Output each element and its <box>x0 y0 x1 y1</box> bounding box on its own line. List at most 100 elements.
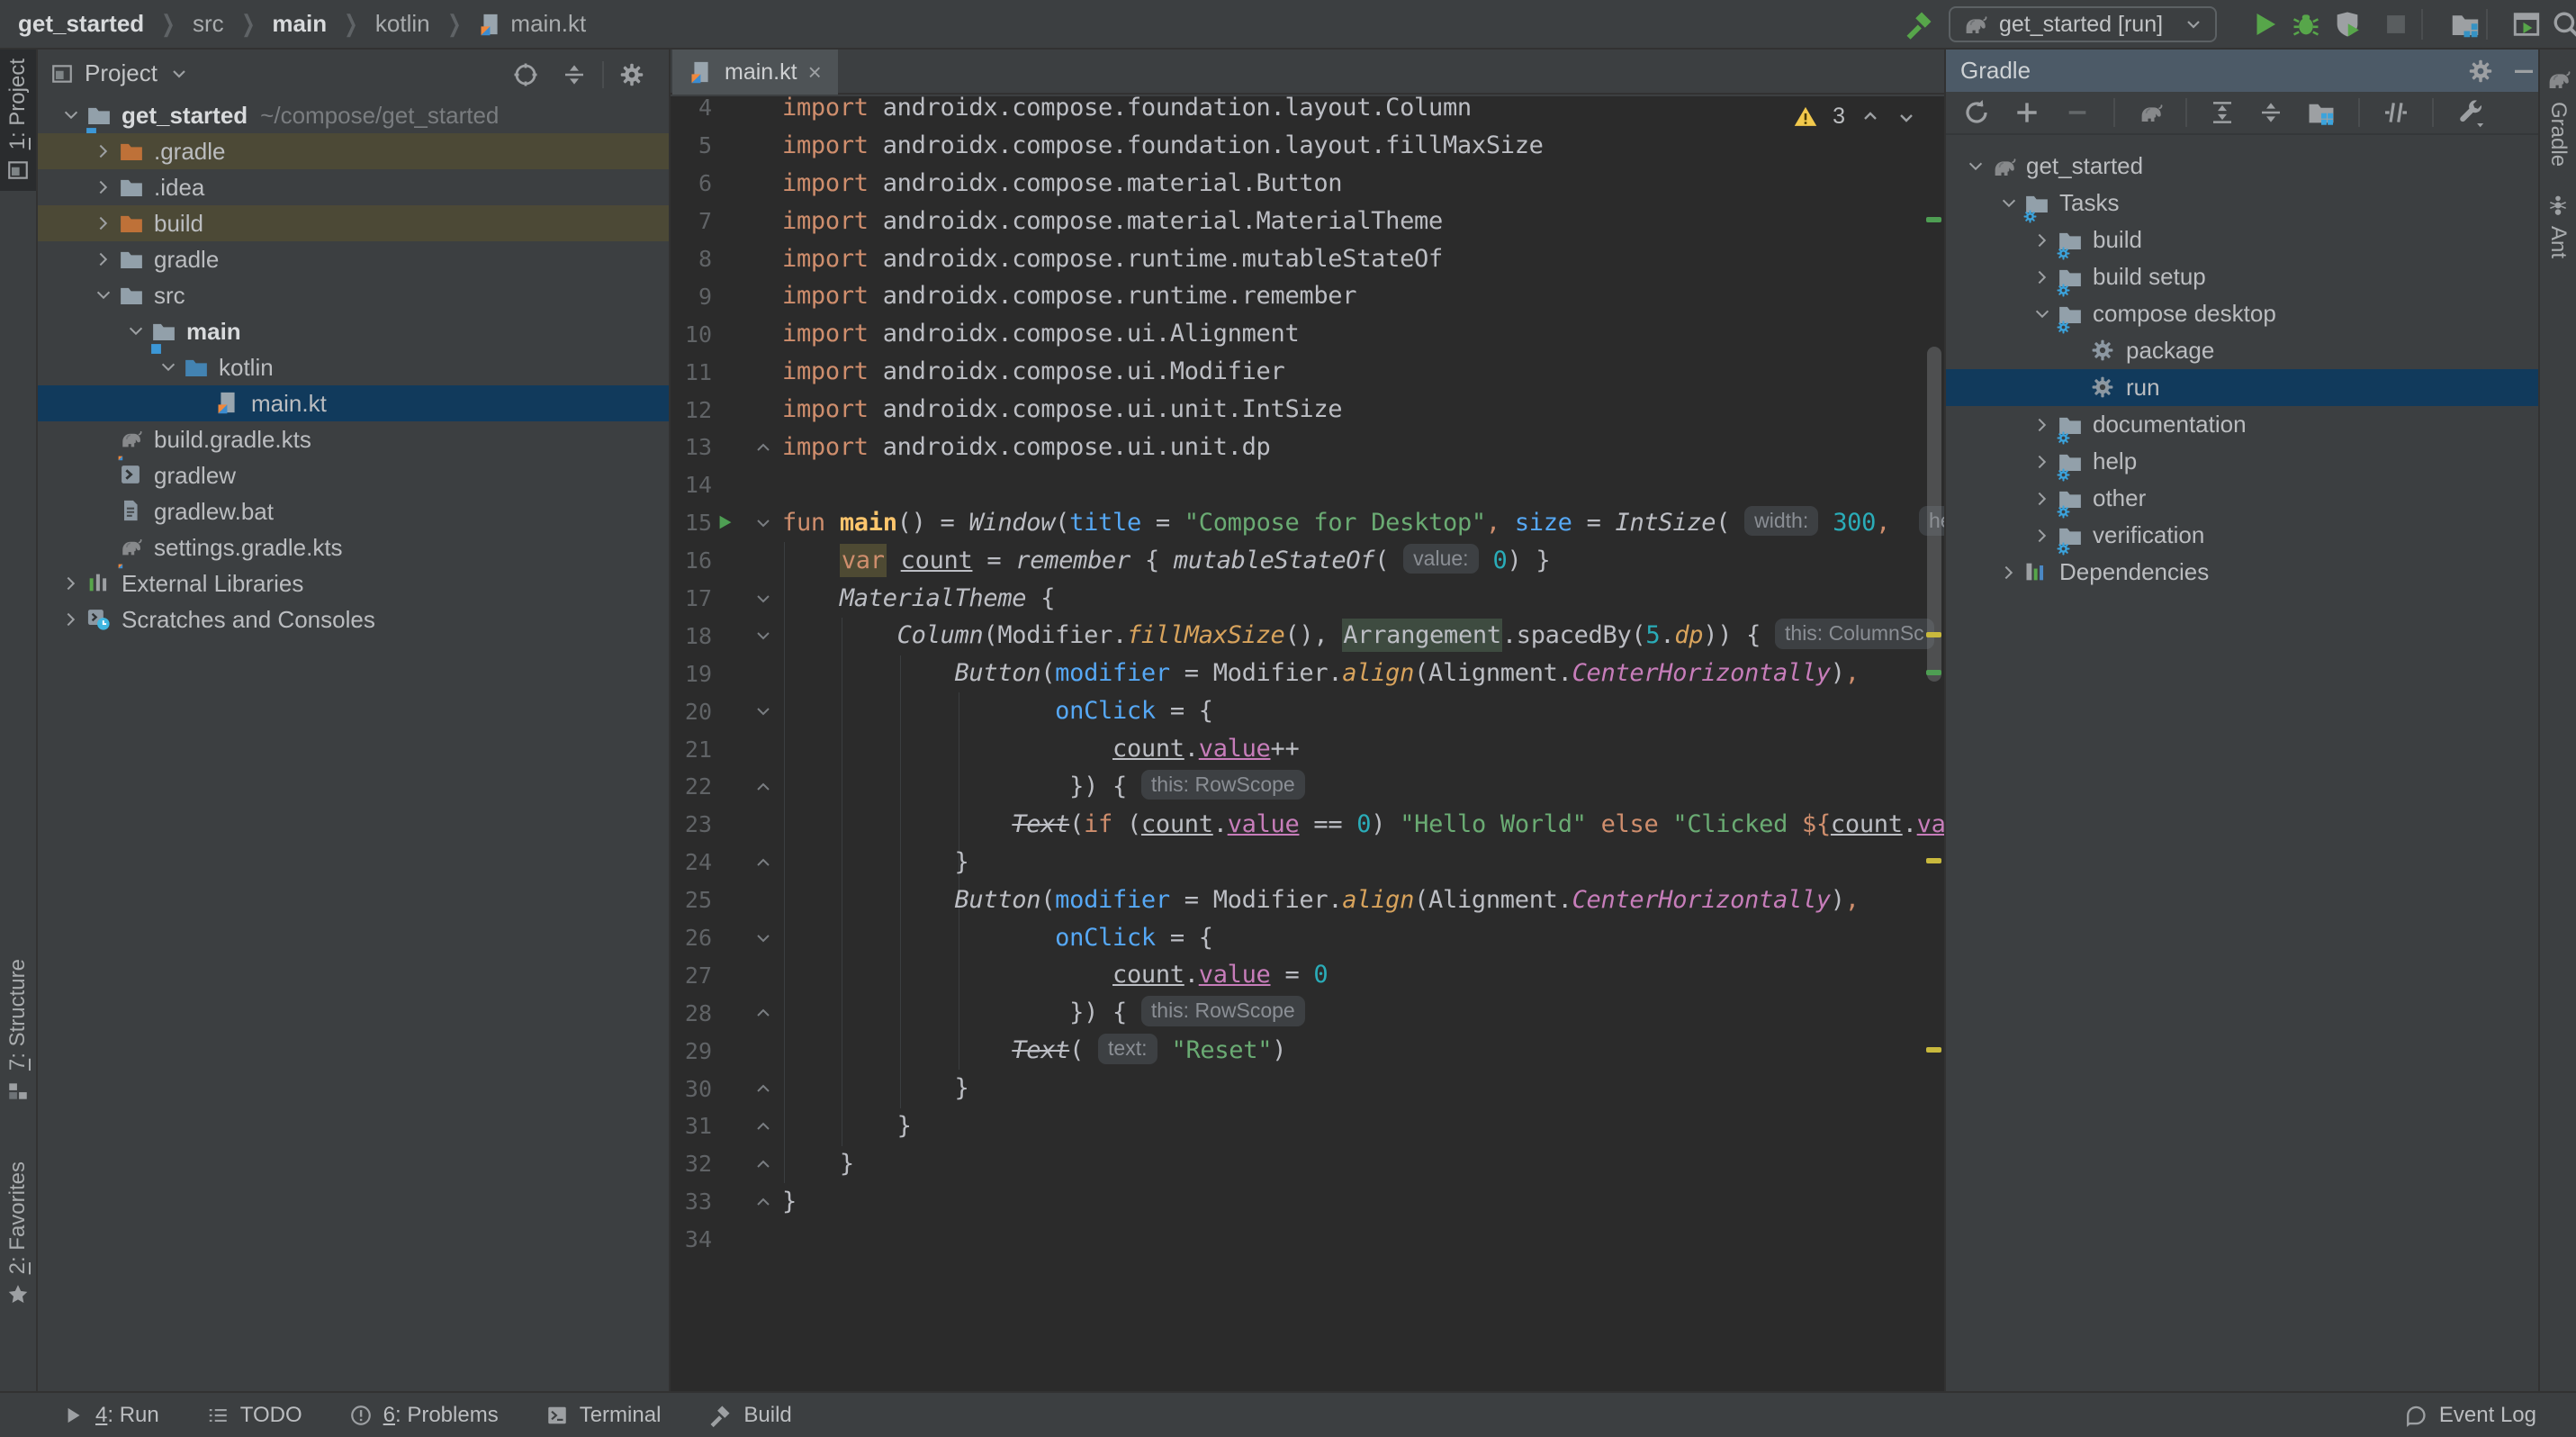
task-filter-button[interactable] <box>2382 98 2410 127</box>
add-button[interactable] <box>2013 98 2041 127</box>
chevron-collapsed-icon[interactable] <box>88 141 118 161</box>
wrench-menu-button[interactable] <box>2455 97 2486 128</box>
fold-expanded-icon[interactable] <box>755 628 771 644</box>
run-anything-button[interactable] <box>2509 7 2544 41</box>
tool-window-button-gradle[interactable]: Gradle <box>2540 57 2576 176</box>
chevron-collapsed-icon[interactable] <box>88 249 118 269</box>
status-item-problems[interactable]: 6: Problems <box>349 1403 499 1428</box>
gear-icon[interactable] <box>2466 57 2495 86</box>
fold-end-icon[interactable] <box>755 439 771 456</box>
project-tree-row[interactable]: External Libraries <box>38 565 669 601</box>
minimize-icon[interactable] <box>2509 57 2538 86</box>
chevron-collapsed-icon[interactable] <box>2027 267 2057 287</box>
run-configuration-select[interactable]: get_started [run] <box>1949 6 2217 42</box>
project-tree-row[interactable]: build.gradle.kts <box>38 421 669 457</box>
project-tree-row[interactable]: main.kt <box>38 385 669 421</box>
project-tree-row[interactable]: src <box>38 277 669 313</box>
gradle-tree-row[interactable]: build setup <box>1946 258 2538 295</box>
fold-end-icon[interactable] <box>755 779 771 795</box>
project-tree-row[interactable]: main <box>38 313 669 349</box>
close-icon[interactable]: × <box>808 60 822 84</box>
collapse-all-button[interactable] <box>2257 99 2284 126</box>
stop-button[interactable] <box>2379 7 2413 41</box>
next-warning-icon[interactable] <box>1896 106 1917 128</box>
chevron-expanded-icon[interactable] <box>2027 304 2057 324</box>
breadcrumb-item[interactable]: kotlin <box>375 10 430 38</box>
gradle-tree-row[interactable]: Tasks <box>1946 185 2538 221</box>
gradle-tree-row[interactable]: verification <box>1946 517 2538 554</box>
gradle-tree-row[interactable]: package <box>1946 332 2538 369</box>
gear-icon[interactable] <box>617 60 646 89</box>
status-item-todo[interactable]: TODO <box>206 1403 302 1428</box>
project-tree-row[interactable]: .gradle <box>38 133 669 169</box>
gradle-tree-row[interactable]: documentation <box>1946 406 2538 443</box>
breadcrumb-item[interactable]: main.kt <box>510 10 586 38</box>
status-item-terminal[interactable]: Terminal <box>545 1403 662 1428</box>
gradle-tree-row[interactable]: Dependencies <box>1946 554 2538 591</box>
fold-end-icon[interactable] <box>755 1194 771 1210</box>
run-button[interactable] <box>2247 7 2282 41</box>
chevron-collapsed-icon[interactable] <box>1994 563 2023 583</box>
project-tree-row[interactable]: kotlin <box>38 349 669 385</box>
chevron-collapsed-icon[interactable] <box>56 610 86 629</box>
chevron-expanded-icon[interactable] <box>56 105 86 125</box>
chevron-expanded-icon[interactable] <box>1960 157 1990 176</box>
chevron-expanded-icon[interactable] <box>153 357 183 377</box>
project-tree-row[interactable]: build <box>38 205 669 241</box>
chevron-collapsed-icon[interactable] <box>2027 489 2057 509</box>
gradle-tree-row[interactable]: get_started <box>1946 148 2538 185</box>
run-line-icon[interactable] <box>716 513 735 533</box>
breadcrumb-item[interactable]: main <box>272 10 327 38</box>
gradle-tree-row[interactable]: other <box>1946 480 2538 517</box>
refresh-button[interactable] <box>1962 98 1991 127</box>
chevron-collapsed-icon[interactable] <box>88 177 118 197</box>
inspection-widget[interactable]: 3 <box>1793 104 1917 130</box>
chevron-collapsed-icon[interactable] <box>2027 452 2057 472</box>
status-item-run[interactable]: 4: Run <box>61 1403 159 1428</box>
expand-all-button[interactable] <box>2209 99 2236 126</box>
prev-warning-icon[interactable] <box>1860 106 1881 128</box>
coverage-button[interactable] <box>2330 7 2364 41</box>
fold-expanded-icon[interactable] <box>755 930 771 946</box>
fold-expanded-icon[interactable] <box>755 703 771 719</box>
status-item-build[interactable]: Build <box>707 1403 791 1428</box>
gradle-tree-row[interactable]: build <box>1946 221 2538 258</box>
chevron-down-icon[interactable] <box>168 63 190 85</box>
gradle-tree-row[interactable]: run <box>1946 369 2538 406</box>
fold-end-icon[interactable] <box>755 1118 771 1134</box>
tab-main-kt[interactable]: main.kt × <box>672 50 838 95</box>
fold-end-icon[interactable] <box>755 1080 771 1097</box>
gradle-tree-row[interactable]: compose desktop <box>1946 295 2538 332</box>
fold-end-icon[interactable] <box>755 1005 771 1021</box>
code-editor[interactable]: 4import androidx.compose.foundation.layo… <box>671 96 1944 1391</box>
project-structure-button[interactable] <box>2448 7 2482 41</box>
tool-window-button-structure[interactable]: 7: Structure <box>0 950 36 1112</box>
project-tree-row[interactable]: gradle <box>38 241 669 277</box>
project-tree-row[interactable]: .idea <box>38 169 669 205</box>
project-tree-row[interactable]: settings.gradle.kts <box>38 529 669 565</box>
debug-button[interactable] <box>2289 7 2323 41</box>
tool-window-button-project[interactable]: 1: Project <box>0 50 36 191</box>
collapse-all-icon[interactable] <box>560 60 589 89</box>
fold-expanded-icon[interactable] <box>755 515 771 531</box>
chevron-collapsed-icon[interactable] <box>2027 526 2057 546</box>
fold-expanded-icon[interactable] <box>755 591 771 607</box>
chevron-expanded-icon[interactable] <box>88 285 118 305</box>
build-hammer-icon[interactable] <box>1902 7 1936 41</box>
stripe-mark-yellow[interactable] <box>1926 858 1941 863</box>
chevron-collapsed-icon[interactable] <box>88 213 118 233</box>
gradle-elephant-button[interactable] <box>2137 99 2164 126</box>
chevron-collapsed-icon[interactable] <box>2027 415 2057 435</box>
search-everywhere-button[interactable] <box>2549 7 2576 41</box>
breadcrumb-item[interactable]: src <box>193 10 224 38</box>
project-tree-row[interactable]: gradlew <box>38 457 669 493</box>
stripe-mark-green[interactable] <box>1926 670 1941 675</box>
group-modules-button[interactable] <box>2306 97 2337 128</box>
tool-window-button-favorites[interactable]: 2: Favorites <box>0 1152 36 1315</box>
chevron-expanded-icon[interactable] <box>1994 194 2023 213</box>
project-tree-row[interactable]: gradlew.bat <box>38 493 669 529</box>
stripe-mark-green[interactable] <box>1926 217 1941 222</box>
project-tree-row[interactable]: Scratches and Consoles <box>38 601 669 637</box>
fold-end-icon[interactable] <box>755 854 771 871</box>
breadcrumb-item[interactable]: get_started <box>18 10 144 38</box>
